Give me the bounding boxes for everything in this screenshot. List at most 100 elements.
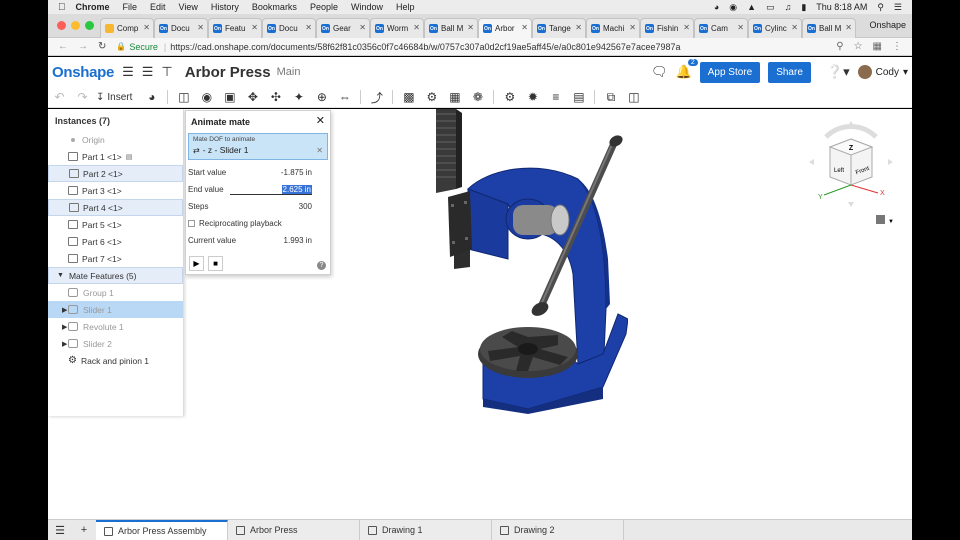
share-button[interactable]: Share bbox=[768, 61, 811, 83]
replicate-icon[interactable]: ◕ bbox=[140, 90, 163, 104]
instance-part-6[interactable]: Part 6 <1> bbox=[48, 233, 183, 250]
menu-window[interactable]: Window bbox=[351, 2, 383, 12]
cube-left-label[interactable]: Left bbox=[834, 168, 844, 174]
redo-icon[interactable]: ↷ bbox=[71, 90, 94, 104]
close-tab-icon[interactable]: ✕ bbox=[521, 23, 528, 32]
tab-arbor-press[interactable]: Arbor Press bbox=[228, 520, 360, 540]
gear-relation-icon[interactable]: ⚙ bbox=[498, 90, 521, 104]
bill-of-materials-icon[interactable]: ◫ bbox=[622, 90, 645, 104]
browser-tab[interactable]: On Docu ✕ bbox=[154, 18, 208, 38]
mate-connector-tool-icon[interactable]: ⚙ bbox=[420, 90, 443, 104]
arbor-press-model[interactable] bbox=[428, 109, 628, 414]
pattern-icon[interactable]: ▦ bbox=[443, 90, 466, 104]
chevron-down-icon[interactable]: ▼ bbox=[888, 219, 894, 225]
clear-icon[interactable]: ✕ bbox=[316, 146, 323, 155]
onshape-logo[interactable]: Onshape bbox=[52, 64, 114, 81]
comments-icon[interactable]: 🗨 bbox=[651, 64, 668, 80]
instance-part-7[interactable]: Part 7 <1> bbox=[48, 250, 183, 267]
close-tab-icon[interactable]: ✕ bbox=[305, 23, 312, 32]
instance-part-4[interactable]: Part 4 <1> bbox=[48, 199, 183, 216]
close-tab-icon[interactable]: ✕ bbox=[413, 23, 420, 32]
tangent-mate-icon[interactable]: ⤴ bbox=[365, 89, 388, 106]
group-icon[interactable]: ▩ bbox=[397, 90, 420, 104]
rotate-down-arrow[interactable] bbox=[848, 202, 854, 207]
wifi-icon[interactable]: ▲ bbox=[747, 2, 756, 12]
tab-drawing-1[interactable]: Drawing 1 bbox=[360, 520, 492, 540]
reciprocating-checkbox[interactable] bbox=[188, 220, 195, 227]
mate-slider-1[interactable]: ▶ Slider 1 bbox=[48, 301, 183, 318]
undo-icon[interactable]: ↶ bbox=[48, 90, 71, 104]
graphics-area[interactable]: Instances (7) Origin Part 1 <1> ▤ Part 2… bbox=[48, 109, 912, 519]
zoom-icon[interactable]: ◉ bbox=[729, 2, 737, 13]
app-store-button[interactable]: App Store bbox=[699, 61, 761, 83]
mate-dof-selector[interactable]: Mate DOF to animate ⇄ - z - Slider 1 ✕ bbox=[188, 133, 328, 160]
explode-view-icon[interactable]: ⧉ bbox=[599, 90, 622, 105]
tab-manager-icon[interactable]: ☰ bbox=[48, 520, 72, 540]
fastened-mate-icon[interactable]: ◫ bbox=[172, 90, 195, 104]
mate-group-1[interactable]: Group 1 bbox=[48, 284, 183, 301]
feature-list-icon[interactable]: ☰ bbox=[142, 64, 154, 80]
browser-profile[interactable]: Onshape bbox=[869, 20, 906, 30]
menu-file[interactable]: File bbox=[123, 2, 138, 12]
notifications-icon[interactable]: 🔔 2 bbox=[676, 59, 698, 80]
minimize-window-button[interactable] bbox=[71, 21, 80, 30]
stop-button[interactable]: ■ bbox=[208, 256, 223, 271]
ball-mate-icon[interactable]: ⊕ bbox=[310, 90, 333, 104]
revolute-mate-icon[interactable]: ◉ bbox=[195, 90, 218, 104]
browser-tab[interactable]: On Fishin ✕ bbox=[640, 18, 694, 38]
close-tab-icon[interactable]: ✕ bbox=[197, 23, 204, 32]
instance-part-2[interactable]: Part 2 <1> bbox=[48, 165, 183, 182]
pinion-hub[interactable] bbox=[505, 198, 570, 240]
view-options-icon[interactable] bbox=[876, 215, 885, 224]
mate-revolute-1[interactable]: ▶ Revolute 1 bbox=[48, 318, 183, 335]
spotlight-icon[interactable]: ⚲ bbox=[877, 2, 884, 13]
browser-tab[interactable]: On Tange ✕ bbox=[532, 18, 586, 38]
screw-relation-icon[interactable]: ≡ bbox=[544, 90, 567, 104]
close-icon[interactable]: ✕ bbox=[316, 116, 325, 127]
close-tab-icon[interactable]: ✕ bbox=[683, 23, 690, 32]
menu-people[interactable]: People bbox=[310, 2, 338, 12]
planar-mate-icon[interactable]: ✥ bbox=[241, 90, 264, 104]
browser-tab[interactable]: On Cylinc ✕ bbox=[748, 18, 802, 38]
fullscreen-window-button[interactable] bbox=[85, 21, 94, 30]
browser-tab[interactable]: On Gear ✕ bbox=[316, 18, 370, 38]
workspace-name[interactable]: Main bbox=[277, 66, 301, 78]
menu-bookmarks[interactable]: Bookmarks bbox=[252, 2, 297, 12]
rotate-arc[interactable] bbox=[824, 124, 878, 139]
play-button[interactable]: ▶ bbox=[189, 256, 204, 271]
document-title[interactable]: Arbor Press bbox=[185, 64, 271, 81]
chevron-down-icon[interactable]: ▼ bbox=[57, 272, 64, 279]
hamburger-menu-icon[interactable]: ☰ bbox=[122, 64, 134, 80]
instance-part-5[interactable]: Part 5 <1> bbox=[48, 216, 183, 233]
airplay-icon[interactable]: ▭ bbox=[766, 2, 775, 13]
reciprocating-playback-row[interactable]: Reciprocating playback bbox=[186, 215, 330, 232]
instance-origin[interactable]: Origin bbox=[48, 131, 183, 148]
browser-tab[interactable]: On Docu ✕ bbox=[262, 18, 316, 38]
apple-icon[interactable]:  bbox=[58, 2, 66, 13]
bookmark-star-icon[interactable]: ☆ bbox=[854, 41, 863, 52]
gauge-icon[interactable]: ◕ bbox=[714, 2, 719, 12]
steps-input[interactable]: 300 bbox=[299, 202, 312, 211]
linear-relation-icon[interactable]: ▤ bbox=[567, 90, 590, 104]
browser-tab[interactable]: On Featu ✕ bbox=[208, 18, 262, 38]
end-value-field[interactable]: 2.625 in bbox=[230, 184, 312, 195]
browser-tab[interactable]: On Arbor ✕ bbox=[478, 18, 532, 38]
parallel-mate-icon[interactable]: ⇔ bbox=[333, 90, 356, 104]
rotate-right-arrow[interactable] bbox=[888, 159, 893, 165]
notification-center-icon[interactable]: ☰ bbox=[894, 2, 902, 13]
menu-history[interactable]: History bbox=[211, 2, 239, 12]
close-tab-icon[interactable]: ✕ bbox=[359, 23, 366, 32]
menu-help[interactable]: Help bbox=[396, 2, 415, 12]
close-tab-icon[interactable]: ✕ bbox=[467, 23, 474, 32]
view-cube[interactable]: Z Left Front X Y ▼ bbox=[806, 117, 896, 227]
end-value-input[interactable]: 2.625 in bbox=[281, 184, 312, 194]
rotate-up-arrow[interactable] bbox=[848, 121, 854, 126]
mate-rack-and-pinion-1[interactable]: ⚙ Rack and pinion 1 bbox=[48, 352, 183, 369]
url-field[interactable]: 🔒 Secure | https://cad.onshape.com/docum… bbox=[116, 42, 680, 52]
close-tab-icon[interactable]: ✕ bbox=[845, 23, 852, 32]
help-icon[interactable]: ❔▾ bbox=[827, 64, 850, 80]
close-tab-icon[interactable]: ✕ bbox=[575, 23, 582, 32]
chrome-menu-icon[interactable]: ⋮ bbox=[892, 41, 902, 52]
volume-icon[interactable]: ♫ bbox=[785, 2, 792, 12]
browser-tab[interactable]: Comp ✕ bbox=[100, 18, 154, 38]
